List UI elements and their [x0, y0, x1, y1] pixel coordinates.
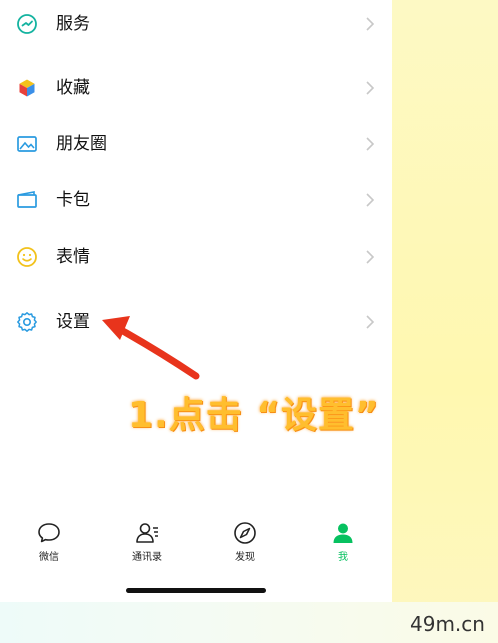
- chevron-right-icon: [363, 78, 377, 98]
- right-background: [392, 0, 498, 643]
- service-icon: [14, 11, 40, 37]
- menu-item-service[interactable]: 服务: [0, 0, 392, 48]
- watermark: 49m.cn: [410, 612, 485, 636]
- menu-label-favorites: 收藏: [56, 78, 90, 98]
- card-wallet-icon: [14, 187, 40, 213]
- chevron-right-icon: [363, 14, 377, 34]
- menu-label-stickers: 表情: [56, 247, 90, 267]
- menu-item-favorites[interactable]: 收藏: [0, 64, 392, 112]
- person-icon: [329, 519, 357, 547]
- menu-label-moments: 朋友圈: [56, 134, 107, 154]
- chevron-right-icon: [363, 190, 377, 210]
- chevron-right-icon: [363, 134, 377, 154]
- tab-chats[interactable]: 微信: [0, 512, 98, 572]
- compass-icon: [231, 519, 259, 547]
- home-indicator[interactable]: [126, 588, 266, 593]
- favorites-cube-icon: [14, 75, 40, 101]
- menu-label-settings: 设置: [56, 312, 90, 332]
- gear-icon: [14, 309, 40, 335]
- tab-label-me: 我: [338, 552, 348, 563]
- tab-label-chats: 微信: [39, 552, 59, 563]
- menu-item-moments[interactable]: 朋友圈: [0, 120, 392, 168]
- tab-label-contacts: 通讯录: [132, 552, 162, 563]
- annotation-text: 1.点击 “设置”: [128, 395, 380, 436]
- tab-label-discover: 发现: [235, 552, 255, 563]
- bottom-tab-bar: 微信 通讯录 发现 我: [0, 512, 392, 572]
- menu-label-service: 服务: [56, 14, 90, 34]
- tab-contacts[interactable]: 通讯录: [98, 512, 196, 572]
- chevron-right-icon: [363, 312, 377, 332]
- smiley-icon: [14, 244, 40, 270]
- annotation-arrow-icon: [102, 316, 200, 380]
- tab-me[interactable]: 我: [294, 512, 392, 572]
- chevron-right-icon: [363, 247, 377, 267]
- chat-bubble-icon: [35, 519, 63, 547]
- menu-label-card-wallet: 卡包: [56, 190, 90, 210]
- menu-item-card-wallet[interactable]: 卡包: [0, 176, 392, 224]
- tab-discover[interactable]: 发现: [196, 512, 294, 572]
- menu-item-stickers[interactable]: 表情: [0, 233, 392, 281]
- phone-screen: 服务 收藏 朋友圈 卡包 表情 设置 1.点击 “设置” 微信 通讯录 发现 我: [0, 0, 392, 602]
- moments-image-icon: [14, 131, 40, 157]
- contacts-icon: [133, 519, 161, 547]
